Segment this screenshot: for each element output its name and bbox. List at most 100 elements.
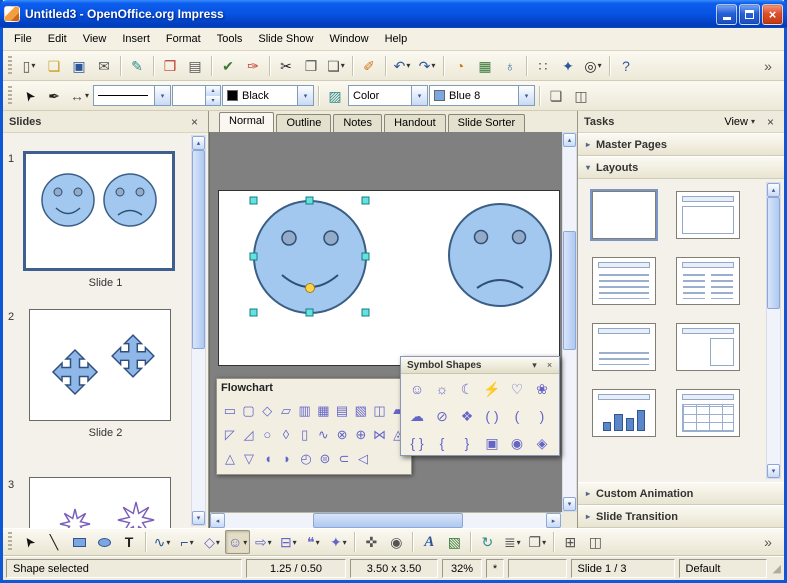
save-button[interactable]: ▣	[67, 54, 91, 78]
status-cursor-position[interactable]: 1.25 / 0.50	[246, 559, 346, 578]
symbol-right-bracket-icon[interactable]: )	[530, 404, 554, 427]
text-tool-button[interactable]: T	[117, 530, 141, 554]
symbol-heart-icon[interactable]: ♡	[505, 377, 529, 400]
layout-thumb-blank[interactable]	[592, 191, 656, 239]
ellipse-tool-button[interactable]	[92, 530, 116, 554]
scroll-left-button[interactable]: ◂	[210, 513, 225, 528]
scroll-track[interactable]	[767, 197, 780, 464]
slides-scrollbar[interactable]: ▴ ▾	[191, 135, 206, 526]
copy-button[interactable]: ❐	[299, 54, 323, 78]
symbol-double-bracket-icon[interactable]: ( )	[480, 404, 504, 427]
3d-effects-button[interactable]: ◫	[569, 84, 593, 108]
flowchart-delay-icon[interactable]: ◗	[278, 448, 296, 469]
flowchart-manual-operation-icon[interactable]: ◿	[240, 424, 258, 445]
symbol-sun-icon[interactable]: ☼	[430, 377, 454, 400]
flowchart-alternate-process-icon[interactable]: ▢	[240, 400, 258, 421]
maximize-button[interactable]	[739, 4, 760, 25]
arrow-style-button[interactable]: ↔▾	[67, 84, 92, 108]
line-color-combobox[interactable]: Black ▾	[222, 85, 314, 106]
symbol-prohibited-icon[interactable]: ⊘	[430, 404, 454, 427]
rotate-button[interactable]: ↻	[475, 530, 499, 554]
flowchart-predefined-process-icon[interactable]: ▥	[296, 400, 314, 421]
symbol-smiley-icon[interactable]: ☺	[405, 377, 429, 400]
slide-3-thumbnail[interactable]	[29, 477, 171, 528]
status-zoom-level[interactable]: 32%	[442, 559, 482, 578]
flowchart-shapes-button[interactable]: ⊟▾	[276, 530, 300, 554]
slide-1-thumbnail[interactable]	[23, 151, 175, 271]
symbol-moon-icon[interactable]: ☾	[455, 377, 479, 400]
line-style-combobox[interactable]: ▾	[93, 85, 171, 106]
redo-button[interactable]: ↷▾	[415, 54, 439, 78]
section-custom-animation[interactable]: ▸ Custom Animation	[578, 482, 784, 505]
flowchart-stored-data-icon[interactable]: ◖	[259, 448, 277, 469]
minimize-button[interactable]	[716, 4, 737, 25]
scroll-up-button[interactable]: ▴	[192, 136, 205, 150]
symbol-palette-titlebar[interactable]: Symbol Shapes ▾ ×	[401, 357, 559, 374]
scroll-down-button[interactable]: ▾	[767, 464, 780, 478]
menu-insert[interactable]: Insert	[114, 28, 158, 50]
layout-thumb-chart[interactable]	[592, 389, 656, 437]
resize-grip-icon[interactable]: ◢	[773, 562, 781, 575]
menu-window[interactable]: Window	[321, 28, 376, 50]
fill-style-combobox[interactable]: Color ▾	[348, 85, 428, 106]
flowchart-off-page-connector-icon[interactable]: ◊	[277, 424, 295, 445]
toolbar-overflow-button[interactable]: »	[756, 54, 780, 78]
scroll-thumb[interactable]	[313, 513, 463, 528]
scroll-thumb[interactable]	[192, 150, 205, 349]
flowchart-sequential-access-icon[interactable]: ◴	[297, 448, 315, 469]
alignment-button[interactable]: ≣▾	[500, 530, 524, 554]
flowchart-collate-icon[interactable]: ⋈	[371, 424, 389, 445]
smiley-face-shape[interactable]	[254, 201, 366, 313]
insert-chart-button[interactable]: ◔	[448, 54, 472, 78]
flowchart-manual-input-icon[interactable]: ◸	[221, 424, 239, 445]
flowchart-magnetic-disc-icon[interactable]: ⊜	[316, 448, 334, 469]
snap-grid-button[interactable]: ⊞	[558, 530, 582, 554]
symbol-cloud-icon[interactable]: ☁	[405, 404, 429, 427]
curve-tool-button[interactable]: ∿▾	[150, 530, 174, 554]
callouts-button[interactable]: ❝▾	[301, 530, 325, 554]
palette-close-button[interactable]: ×	[543, 359, 556, 372]
symbol-flower-icon[interactable]: ❀	[530, 377, 554, 400]
select-tool-button[interactable]: ➤	[17, 530, 41, 554]
close-button[interactable]: ×	[762, 4, 783, 25]
layout-thumb-table[interactable]	[676, 389, 740, 437]
toolbar-drag-handle[interactable]	[8, 532, 12, 552]
flowchart-summing-junction-icon[interactable]: ⊗	[333, 424, 351, 445]
scroll-thumb[interactable]	[767, 197, 780, 309]
area-dialog-button[interactable]: ▨	[323, 84, 347, 108]
combo-dropdown-icon[interactable]: ▾	[518, 86, 534, 105]
flowchart-merge-icon[interactable]: ▽	[240, 448, 258, 469]
section-master-pages[interactable]: ▸ Master Pages	[578, 133, 784, 156]
toolbar-drag-handle[interactable]	[8, 86, 12, 106]
symbol-lightning-icon[interactable]: ⚡	[480, 377, 504, 400]
tasks-panel-close-button[interactable]: ×	[763, 114, 778, 129]
scroll-up-button[interactable]: ▴	[767, 183, 780, 197]
pointer-button[interactable]: ➤	[17, 84, 41, 108]
menu-view[interactable]: View	[75, 28, 115, 50]
menu-tools[interactable]: Tools	[209, 28, 251, 50]
status-slide-indicator[interactable]: Slide 1 / 3	[571, 559, 675, 578]
symbol-left-bracket-icon[interactable]: (	[505, 404, 529, 427]
flowchart-direct-access-storage-icon[interactable]: ⊂	[335, 448, 353, 469]
flowchart-internal-storage-icon[interactable]: ▦	[315, 400, 333, 421]
flowchart-connector-icon[interactable]: ○	[258, 424, 276, 445]
slides-panel-close-button[interactable]: ×	[187, 114, 202, 129]
tab-normal[interactable]: Normal	[219, 112, 274, 132]
block-arrows-button[interactable]: ⇨▾	[251, 530, 275, 554]
tasks-view-menu[interactable]: View ▾	[724, 116, 755, 128]
scroll-right-button[interactable]: ▸	[546, 513, 561, 528]
symbol-octagon-bevel-icon[interactable]: ◉	[505, 431, 529, 454]
edit-file-button[interactable]: ✎	[125, 54, 149, 78]
hyperlink-button[interactable]: ♁	[498, 54, 522, 78]
section-slide-transition[interactable]: ▸ Slide Transition	[578, 505, 784, 528]
layouts-scrollbar[interactable]: ▴ ▾	[766, 182, 781, 479]
toolbar-drag-handle[interactable]	[8, 56, 12, 76]
stars-button[interactable]: ✦▾	[326, 530, 350, 554]
menu-slide-show[interactable]: Slide Show	[250, 28, 321, 50]
combo-dropdown-icon[interactable]: ▾	[411, 86, 427, 105]
insert-picture-button[interactable]: ▧	[442, 530, 466, 554]
fontwork-button[interactable]: A	[417, 530, 441, 554]
symbol-shapes-button[interactable]: ☺▾	[225, 530, 250, 554]
combo-dropdown-icon[interactable]: ▾	[154, 86, 170, 105]
status-object-size[interactable]: 3.50 x 3.50	[350, 559, 438, 578]
